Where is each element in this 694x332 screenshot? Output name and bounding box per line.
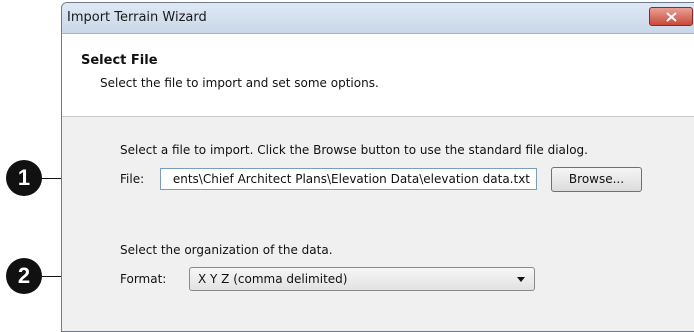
file-label: File: [120, 172, 145, 186]
close-icon [666, 12, 677, 22]
window-title: Import Terrain Wizard [67, 10, 207, 25]
file-path-input[interactable]: ents\Chief Architect Plans\Elevation Dat… [160, 168, 537, 190]
import-terrain-wizard-dialog: Import Terrain Wizard Select File Select… [61, 2, 694, 332]
chevron-down-icon [517, 277, 525, 282]
close-button[interactable] [649, 7, 693, 26]
file-path-value: ents\Chief Architect Plans\Elevation Dat… [172, 172, 530, 186]
title-bar[interactable]: Import Terrain Wizard [62, 3, 694, 34]
step-description: Select the file to import and set some o… [100, 76, 379, 90]
file-instruction: Select a file to import. Click the Brows… [120, 143, 588, 157]
format-instruction: Select the organization of the data. [120, 243, 333, 257]
browse-button[interactable]: Browse... [551, 167, 642, 192]
format-dropdown[interactable]: X Y Z (comma delimited) [189, 267, 535, 291]
callout-2: 2 [6, 258, 42, 294]
format-selected-value: X Y Z (comma delimited) [198, 272, 348, 286]
step-title: Select File [81, 53, 158, 68]
format-label: Format: [120, 272, 167, 286]
wizard-header: Select File Select the file to import an… [62, 34, 694, 117]
callout-1: 1 [6, 160, 42, 196]
